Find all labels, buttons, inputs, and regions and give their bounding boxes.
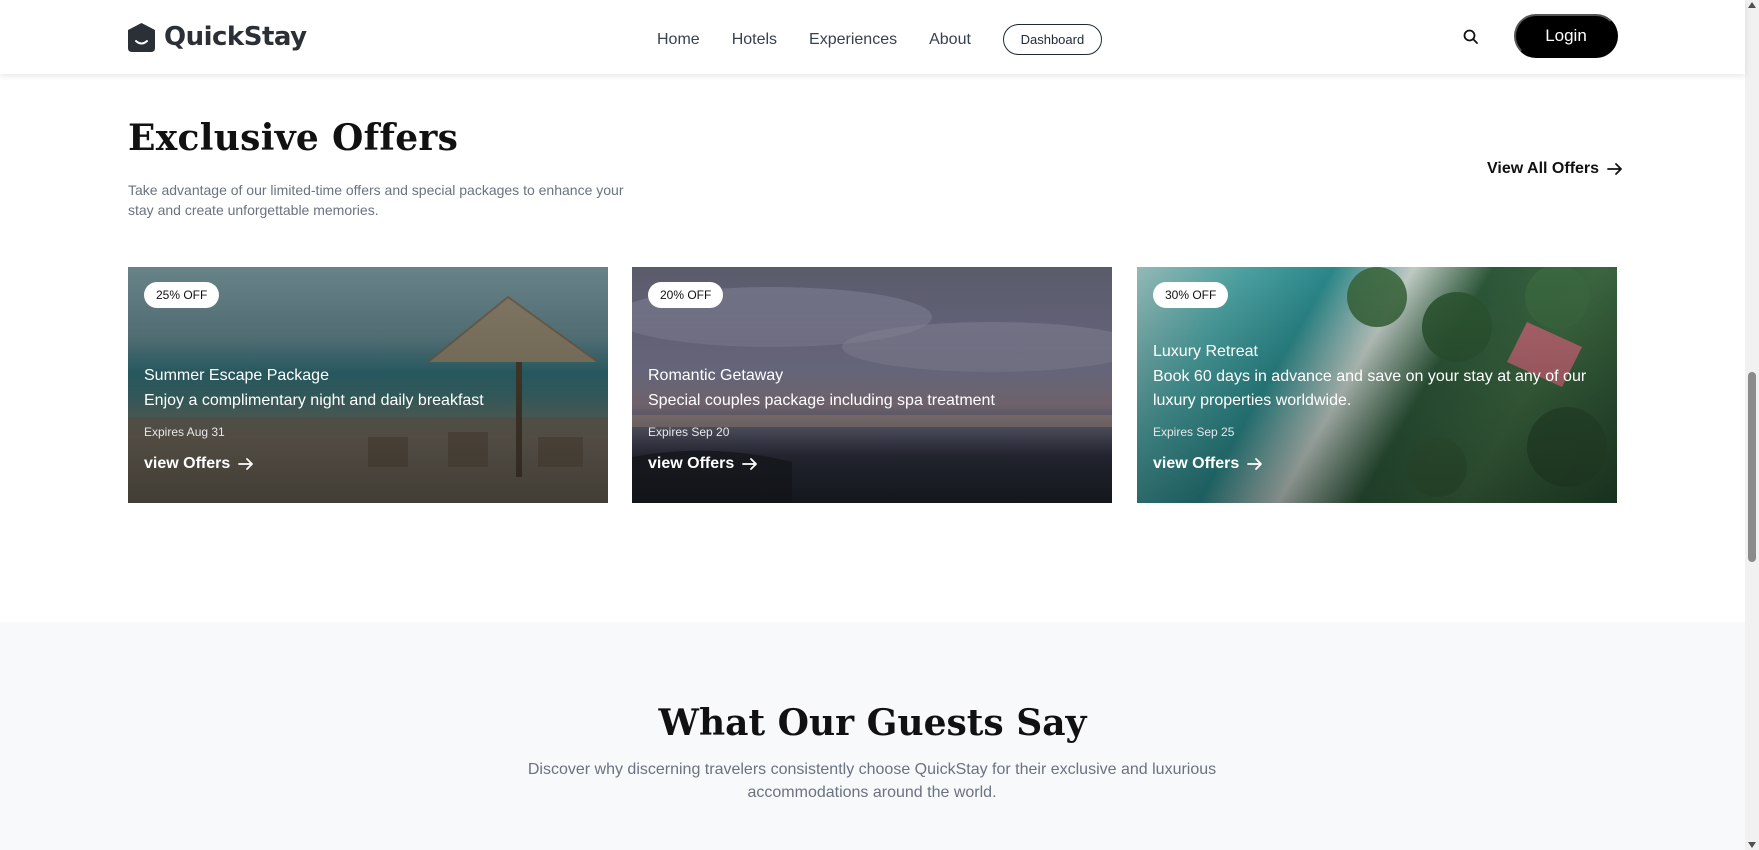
view-all-offers-label: View All Offers xyxy=(1487,160,1600,177)
discount-badge: 30% OFF xyxy=(1153,282,1229,308)
top-navbar: QuickStay Home Hotels Experiences About … xyxy=(0,0,1745,74)
view-offers-label: view Offers xyxy=(144,455,231,472)
testimonials-subtitle: Discover why discerning travelers consis… xyxy=(527,761,1217,801)
page-scrollbar[interactable] xyxy=(1745,0,1759,850)
view-all-offers-link[interactable]: View All Offers xyxy=(1487,160,1623,178)
offer-card-content: Luxury Retreat Book 60 days in advance a… xyxy=(1153,341,1601,473)
offer-expiry: Expires Sep 25 xyxy=(1153,425,1235,439)
nav-hotels[interactable]: Hotels xyxy=(732,31,777,49)
offer-title: Summer Escape Package xyxy=(144,367,329,384)
scrollbar-thumb[interactable] xyxy=(1748,372,1756,562)
offer-title: Romantic Getaway xyxy=(648,367,784,384)
view-offers-link[interactable]: view Offers xyxy=(144,455,592,473)
discount-badge: 20% OFF xyxy=(648,282,724,308)
search-icon[interactable] xyxy=(1462,28,1480,46)
offers-title: Exclusive Offers xyxy=(128,117,459,159)
login-button[interactable]: Login xyxy=(1514,14,1618,58)
offer-card[interactable]: 20% OFF Romantic Getaway Special couples… xyxy=(632,267,1112,503)
discount-badge: 25% OFF xyxy=(144,282,220,308)
main-nav: Home Hotels Experiences About Dashboard xyxy=(657,24,1102,55)
scroll-down-arrow-icon[interactable] xyxy=(1748,842,1756,848)
view-offers-link[interactable]: view Offers xyxy=(648,455,1096,473)
offer-card[interactable]: 25% OFF Summer Escape Package Enjoy a co… xyxy=(128,267,608,503)
nav-experiences[interactable]: Experiences xyxy=(809,31,897,49)
arrow-right-icon xyxy=(742,458,758,470)
offer-card[interactable]: 30% OFF Luxury Retreat Book 60 days in a… xyxy=(1137,267,1617,503)
nav-home[interactable]: Home xyxy=(657,31,700,49)
scroll-up-arrow-icon[interactable] xyxy=(1748,2,1756,8)
arrow-right-icon xyxy=(1607,163,1622,175)
view-offers-link[interactable]: view Offers xyxy=(1153,455,1601,473)
testimonials-title: What Our Guests Say xyxy=(658,702,1087,744)
dashboard-button[interactable]: Dashboard xyxy=(1002,24,1102,55)
arrow-right-icon xyxy=(1247,458,1263,470)
offer-description: Special couples package including spa tr… xyxy=(648,392,995,409)
offer-card-content: Summer Escape Package Enjoy a compliment… xyxy=(144,365,592,473)
offer-description: Book 60 days in advance and save on your… xyxy=(1153,368,1587,409)
offer-description: Enjoy a complimentary night and daily br… xyxy=(144,392,484,409)
offer-expiry: Expires Sep 20 xyxy=(648,425,730,439)
view-offers-label: view Offers xyxy=(1153,455,1240,472)
offers-subtitle: Take advantage of our limited-time offer… xyxy=(128,182,624,218)
brand-name: QuickStay xyxy=(164,22,307,52)
nav-about[interactable]: About xyxy=(929,31,971,49)
view-offers-label: view Offers xyxy=(648,455,735,472)
offer-card-content: Romantic Getaway Special couples package… xyxy=(648,365,1096,473)
offer-expiry: Expires Aug 31 xyxy=(144,425,225,439)
arrow-right-icon xyxy=(238,458,254,470)
brand-logo[interactable]: QuickStay xyxy=(128,22,307,52)
quickstay-logo-icon xyxy=(128,22,155,52)
testimonials-section: What Our Guests Say Discover why discern… xyxy=(0,622,1745,850)
offer-title: Luxury Retreat xyxy=(1153,343,1258,360)
